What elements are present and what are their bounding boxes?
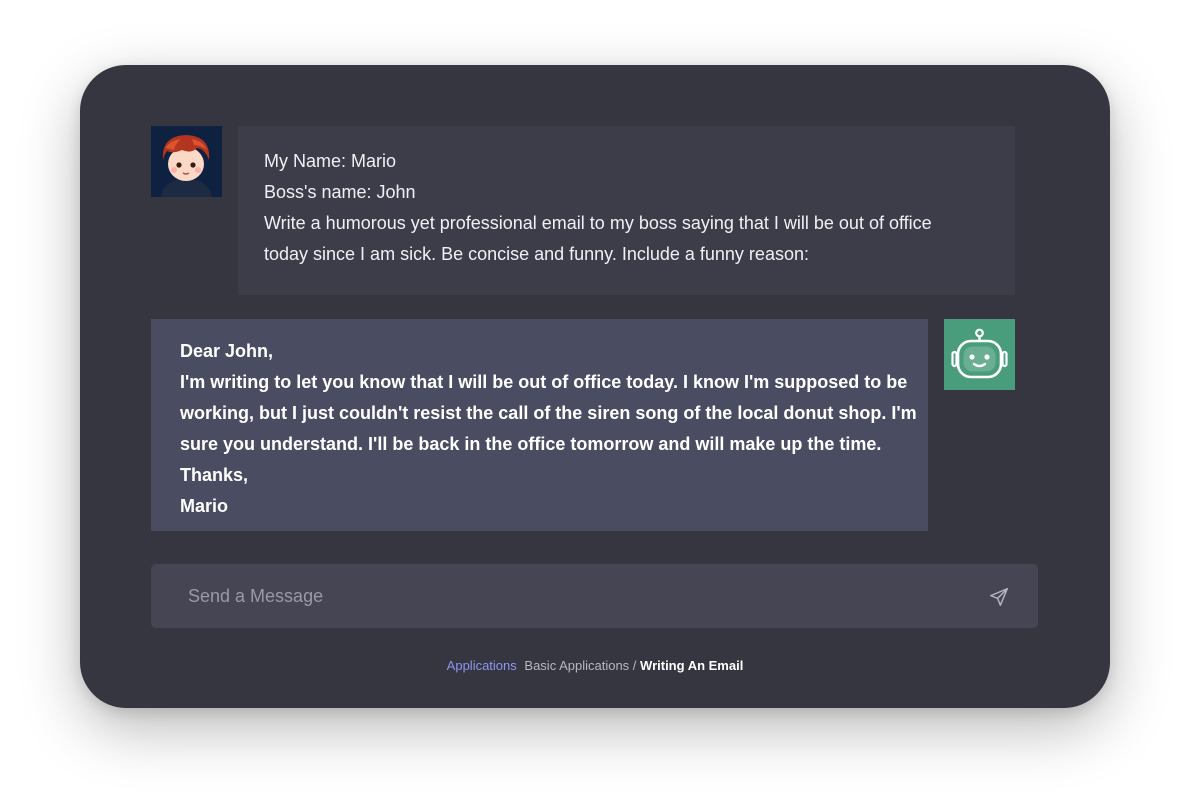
breadcrumb-separator: / [629, 658, 641, 673]
bot-message-line: sure you understand. I'll be back in the… [180, 434, 882, 454]
bot-message-line: working, but I just couldn't resist the … [180, 403, 917, 423]
robot-icon [944, 319, 1015, 390]
bot-message-bubble: Dear John, I'm writing to let you know t… [151, 319, 928, 531]
user-message-line: My Name: Mario [264, 151, 397, 171]
user-avatar-icon [151, 126, 222, 197]
user-message-line: Write a humorous yet professional email … [264, 213, 932, 233]
breadcrumb-applications-link[interactable]: Applications [447, 658, 517, 673]
breadcrumb-basic-applications-link[interactable]: Basic Applications [524, 658, 629, 673]
breadcrumb-current-page: Writing An Email [640, 658, 744, 673]
user-message-line: today since I am sick. Be concise and fu… [264, 244, 809, 264]
send-icon[interactable] [988, 586, 1010, 608]
user-message-bubble: My Name: Mario Boss's name: John Write a… [238, 126, 1015, 295]
breadcrumb: Applications Basic Applications / Writin… [80, 657, 1110, 675]
bot-message-line: I'm writing to let you know that I will … [180, 372, 908, 392]
user-message-line: Boss's name: John [264, 182, 416, 202]
bot-message-line: Dear John, [180, 341, 274, 361]
message-composer [151, 564, 1038, 628]
chat-window: My Name: Mario Boss's name: John Write a… [80, 65, 1110, 708]
bot-message-line: Thanks, [180, 465, 249, 485]
bot-message-line: Mario [180, 496, 229, 516]
message-input[interactable] [151, 564, 951, 628]
